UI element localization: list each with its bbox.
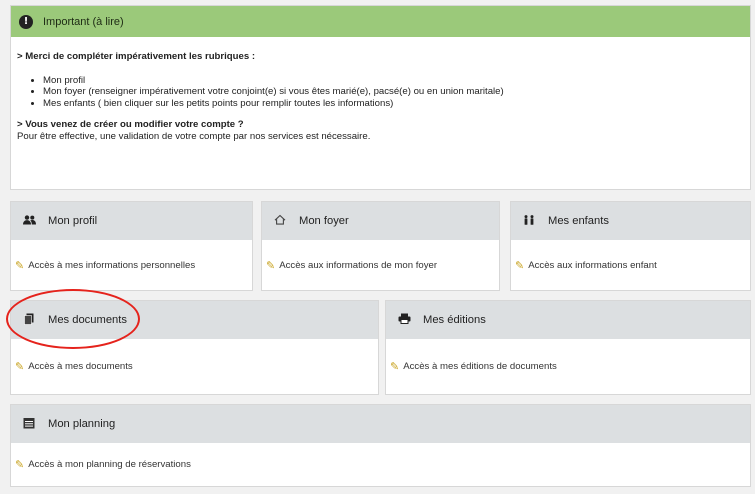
- calendar-icon: [21, 417, 37, 432]
- card-header: Mes documents: [11, 301, 378, 339]
- printer-icon: [396, 313, 412, 327]
- important-title: Important (à lire): [43, 15, 124, 28]
- pencil-icon: ✎: [15, 258, 25, 272]
- pencil-icon: ✎: [515, 258, 525, 272]
- file-icon: [21, 313, 37, 328]
- pencil-icon: ✎: [15, 458, 25, 471]
- pencil-icon: ✎: [266, 258, 276, 272]
- card-link-row[interactable]: ✎ Accès à mes documents: [11, 339, 378, 394]
- card-title: Mes éditions: [423, 314, 486, 326]
- users-icon: [21, 214, 37, 228]
- card-link-row[interactable]: ✎ Accès aux informations enfant: [511, 240, 750, 290]
- children-icon: [521, 214, 537, 228]
- important-line2: > Vous venez de créer ou modifier votre …: [17, 119, 244, 131]
- card-link-row[interactable]: ✎ Accès aux informations de mon foyer: [262, 240, 499, 290]
- pencil-icon: ✎: [390, 360, 400, 373]
- card-title: Mon profil: [48, 215, 98, 227]
- card-link[interactable]: Accès à mes éditions de documents: [403, 361, 557, 372]
- card-link[interactable]: Accès aux informations enfant: [528, 260, 657, 271]
- home-icon: [272, 214, 288, 228]
- important-header: ! Important (à lire): [11, 6, 750, 37]
- card-mes-editions: Mes éditions ✎ Accès à mes éditions de d…: [385, 300, 751, 395]
- important-line1: > Merci de compléter impérativement les …: [17, 51, 256, 62]
- card-title: Mon planning: [48, 418, 116, 430]
- list-item: Mes enfants ( bien cliquer sur les petit…: [43, 98, 742, 110]
- important-line3: Pour être effective, une validation de v…: [17, 130, 371, 142]
- important-body: > Merci de compléter impérativement les …: [11, 37, 750, 143]
- card-title: Mes documents: [48, 314, 127, 326]
- list-item: Mon profil: [43, 75, 742, 87]
- important-list: Mon profil Mon foyer (renseigner impérat…: [43, 75, 742, 110]
- card-mon-profil: Mon profil ✎ Accès à mes informations pe…: [10, 201, 253, 291]
- card-link[interactable]: Accès aux informations de mon foyer: [279, 260, 437, 271]
- exclamation-icon: !: [19, 14, 33, 29]
- pencil-icon: ✎: [15, 360, 25, 373]
- card-header: Mes éditions: [386, 301, 750, 339]
- card-header: Mes enfants: [511, 202, 750, 240]
- card-header: Mon foyer: [262, 202, 499, 240]
- important-panel: ! Important (à lire) > Merci de compléte…: [10, 5, 751, 190]
- card-link-row[interactable]: ✎ Accès à mes éditions de documents: [386, 339, 750, 394]
- card-link-row[interactable]: ✎ Accès à mes informations personnelles: [11, 240, 252, 290]
- card-link[interactable]: Accès à mon planning de réservations: [28, 459, 191, 470]
- card-header: Mon profil: [11, 202, 252, 240]
- card-mes-documents: Mes documents ✎ Accès à mes documents: [10, 300, 379, 395]
- list-item: Mon foyer (renseigner impérativement vot…: [43, 86, 742, 98]
- card-link-row[interactable]: ✎ Accès à mon planning de réservations: [11, 443, 750, 486]
- card-link[interactable]: Accès à mes informations personnelles: [28, 260, 195, 271]
- card-title: Mon foyer: [299, 215, 349, 227]
- card-header: Mon planning: [11, 405, 750, 443]
- card-mon-foyer: Mon foyer ✎ Accès aux informations de mo…: [261, 201, 500, 291]
- card-mon-planning: Mon planning ✎ Accès à mon planning de r…: [10, 404, 751, 487]
- card-link[interactable]: Accès à mes documents: [28, 361, 133, 372]
- card-mes-enfants: Mes enfants ✎ Accès aux informations enf…: [510, 201, 751, 291]
- card-title: Mes enfants: [548, 215, 609, 227]
